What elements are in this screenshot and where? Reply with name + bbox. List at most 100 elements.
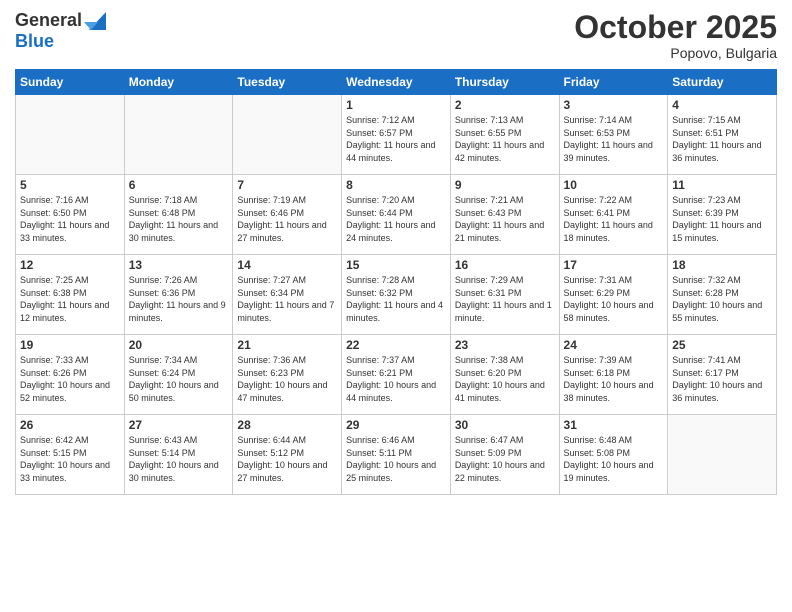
calendar-cell: 11Sunrise: 7:23 AM Sunset: 6:39 PM Dayli… — [668, 175, 777, 255]
day-info: Sunrise: 7:32 AM Sunset: 6:28 PM Dayligh… — [672, 274, 772, 324]
calendar-cell: 16Sunrise: 7:29 AM Sunset: 6:31 PM Dayli… — [450, 255, 559, 335]
day-number: 24 — [564, 338, 664, 352]
page: General Blue October 2025 Popovo, Bulgar… — [0, 0, 792, 612]
day-info: Sunrise: 7:18 AM Sunset: 6:48 PM Dayligh… — [129, 194, 229, 244]
calendar-cell: 15Sunrise: 7:28 AM Sunset: 6:32 PM Dayli… — [342, 255, 451, 335]
calendar-cell — [668, 415, 777, 495]
calendar-cell: 29 Sunrise: 6:46 AM Sunset: 5:11 PM Dayli… — [342, 415, 451, 495]
logo-general-text: General — [15, 10, 82, 31]
calendar-week-row: 1Sunrise: 7:12 AM Sunset: 6:57 PM Daylig… — [16, 95, 777, 175]
day-info: Sunrise: 7:22 AM Sunset: 6:41 PM Dayligh… — [564, 194, 664, 244]
calendar-cell: 24 Sunrise: 7:39 AM Sunset: 6:18 PM Dayli… — [559, 335, 668, 415]
day-info: Sunrise: 7:36 AM Sunset: 6:23 PM Dayligh… — [237, 354, 337, 404]
day-info: Sunrise: 7:23 AM Sunset: 6:39 PM Dayligh… — [672, 194, 772, 244]
logo: General Blue — [15, 10, 106, 52]
calendar-cell: 13Sunrise: 7:26 AM Sunset: 6:36 PM Dayli… — [124, 255, 233, 335]
day-info: Sunrise: 7:33 AM Sunset: 6:26 PM Dayligh… — [20, 354, 120, 404]
calendar-cell: 25Sunrise: 7:41 AM Sunset: 6:17 PM Dayli… — [668, 335, 777, 415]
day-number: 22 — [346, 338, 446, 352]
day-info: Sunrise: 7:37 AM Sunset: 6:21 PM Dayligh… — [346, 354, 446, 404]
day-info: Sunrise: 7:14 AM Sunset: 6:53 PM Dayligh… — [564, 114, 664, 164]
calendar-cell: 26 Sunrise: 6:42 AM Sunset: 5:15 PM Dayli… — [16, 415, 125, 495]
day-number: 19 — [20, 338, 120, 352]
calendar-cell — [16, 95, 125, 175]
calendar-cell: 14 Sunrise: 7:27 AM Sunset: 6:34 PM Dayli… — [233, 255, 342, 335]
day-number: 18 — [672, 258, 772, 272]
header-wednesday: Wednesday — [342, 70, 451, 95]
calendar-cell: 3 Sunrise: 7:14 AM Sunset: 6:53 PM Daylig… — [559, 95, 668, 175]
header-friday: Friday — [559, 70, 668, 95]
calendar-cell: 4 Sunrise: 7:15 AM Sunset: 6:51 PM Daylig… — [668, 95, 777, 175]
day-number: 23 — [455, 338, 555, 352]
calendar-cell: 20 Sunrise: 7:34 AM Sunset: 6:24 PM Dayli… — [124, 335, 233, 415]
calendar-cell: 23 Sunrise: 7:38 AM Sunset: 6:20 PM Dayli… — [450, 335, 559, 415]
day-number: 8 — [346, 178, 446, 192]
day-number: 29 — [346, 418, 446, 432]
calendar-cell: 28Sunrise: 6:44 AM Sunset: 5:12 PM Dayli… — [233, 415, 342, 495]
day-info: Sunrise: 7:16 AM Sunset: 6:50 PM Dayligh… — [20, 194, 120, 244]
day-info: Sunrise: 7:15 AM Sunset: 6:51 PM Dayligh… — [672, 114, 772, 164]
day-number: 27 — [129, 418, 229, 432]
calendar-cell: 19 Sunrise: 7:33 AM Sunset: 6:26 PM Dayli… — [16, 335, 125, 415]
header: General Blue October 2025 Popovo, Bulgar… — [15, 10, 777, 61]
day-number: 21 — [237, 338, 337, 352]
day-info: Sunrise: 6:46 AM Sunset: 5:11 PM Dayligh… — [346, 434, 446, 484]
day-info: Sunrise: 6:43 AM Sunset: 5:14 PM Dayligh… — [129, 434, 229, 484]
calendar-cell: 9Sunrise: 7:21 AM Sunset: 6:43 PM Daylig… — [450, 175, 559, 255]
logo-blue-text: Blue — [15, 31, 54, 52]
day-info: Sunrise: 7:28 AM Sunset: 6:32 PM Dayligh… — [346, 274, 446, 324]
day-info: Sunrise: 7:31 AM Sunset: 6:29 PM Dayligh… — [564, 274, 664, 324]
day-info: Sunrise: 7:41 AM Sunset: 6:17 PM Dayligh… — [672, 354, 772, 404]
calendar-cell: 1Sunrise: 7:12 AM Sunset: 6:57 PM Daylig… — [342, 95, 451, 175]
calendar-cell: 31Sunrise: 6:48 AM Sunset: 5:08 PM Dayli… — [559, 415, 668, 495]
day-number: 12 — [20, 258, 120, 272]
calendar-cell: 5 Sunrise: 7:16 AM Sunset: 6:50 PM Daylig… — [16, 175, 125, 255]
day-info: Sunrise: 7:27 AM Sunset: 6:34 PM Dayligh… — [237, 274, 337, 324]
day-number: 10 — [564, 178, 664, 192]
day-info: Sunrise: 6:47 AM Sunset: 5:09 PM Dayligh… — [455, 434, 555, 484]
calendar-cell — [233, 95, 342, 175]
day-number: 20 — [129, 338, 229, 352]
day-info: Sunrise: 6:42 AM Sunset: 5:15 PM Dayligh… — [20, 434, 120, 484]
calendar-cell: 8 Sunrise: 7:20 AM Sunset: 6:44 PM Daylig… — [342, 175, 451, 255]
day-info: Sunrise: 7:34 AM Sunset: 6:24 PM Dayligh… — [129, 354, 229, 404]
day-info: Sunrise: 7:29 AM Sunset: 6:31 PM Dayligh… — [455, 274, 555, 324]
day-info: Sunrise: 7:39 AM Sunset: 6:18 PM Dayligh… — [564, 354, 664, 404]
header-saturday: Saturday — [668, 70, 777, 95]
day-number: 30 — [455, 418, 555, 432]
month-title: October 2025 — [574, 10, 777, 45]
calendar-cell: 2Sunrise: 7:13 AM Sunset: 6:55 PM Daylig… — [450, 95, 559, 175]
day-info: Sunrise: 7:26 AM Sunset: 6:36 PM Dayligh… — [129, 274, 229, 324]
calendar-cell: 12 Sunrise: 7:25 AM Sunset: 6:38 PM Dayli… — [16, 255, 125, 335]
header-sunday: Sunday — [16, 70, 125, 95]
day-number: 5 — [20, 178, 120, 192]
calendar-cell: 27 Sunrise: 6:43 AM Sunset: 5:14 PM Dayli… — [124, 415, 233, 495]
logo-icon — [84, 12, 106, 30]
calendar-week-row: 26 Sunrise: 6:42 AM Sunset: 5:15 PM Dayli… — [16, 415, 777, 495]
calendar-cell: 22 Sunrise: 7:37 AM Sunset: 6:21 PM Dayli… — [342, 335, 451, 415]
calendar-week-row: 19 Sunrise: 7:33 AM Sunset: 6:26 PM Dayli… — [16, 335, 777, 415]
calendar-cell: 17Sunrise: 7:31 AM Sunset: 6:29 PM Dayli… — [559, 255, 668, 335]
weekday-header-row: Sunday Monday Tuesday Wednesday Thursday… — [16, 70, 777, 95]
header-tuesday: Tuesday — [233, 70, 342, 95]
location-subtitle: Popovo, Bulgaria — [574, 45, 777, 61]
calendar-cell: 30 Sunrise: 6:47 AM Sunset: 5:09 PM Dayli… — [450, 415, 559, 495]
calendar-cell: 18 Sunrise: 7:32 AM Sunset: 6:28 PM Dayli… — [668, 255, 777, 335]
day-number: 26 — [20, 418, 120, 432]
calendar-week-row: 5 Sunrise: 7:16 AM Sunset: 6:50 PM Daylig… — [16, 175, 777, 255]
day-number: 7 — [237, 178, 337, 192]
day-number: 3 — [564, 98, 664, 112]
day-number: 6 — [129, 178, 229, 192]
day-info: Sunrise: 7:38 AM Sunset: 6:20 PM Dayligh… — [455, 354, 555, 404]
calendar-cell: 7 Sunrise: 7:19 AM Sunset: 6:46 PM Daylig… — [233, 175, 342, 255]
calendar-table: Sunday Monday Tuesday Wednesday Thursday… — [15, 69, 777, 495]
day-number: 14 — [237, 258, 337, 272]
day-info: Sunrise: 7:13 AM Sunset: 6:55 PM Dayligh… — [455, 114, 555, 164]
day-number: 4 — [672, 98, 772, 112]
day-info: Sunrise: 6:48 AM Sunset: 5:08 PM Dayligh… — [564, 434, 664, 484]
day-info: Sunrise: 7:20 AM Sunset: 6:44 PM Dayligh… — [346, 194, 446, 244]
day-number: 1 — [346, 98, 446, 112]
day-info: Sunrise: 7:19 AM Sunset: 6:46 PM Dayligh… — [237, 194, 337, 244]
day-info: Sunrise: 7:25 AM Sunset: 6:38 PM Dayligh… — [20, 274, 120, 324]
calendar-cell — [124, 95, 233, 175]
